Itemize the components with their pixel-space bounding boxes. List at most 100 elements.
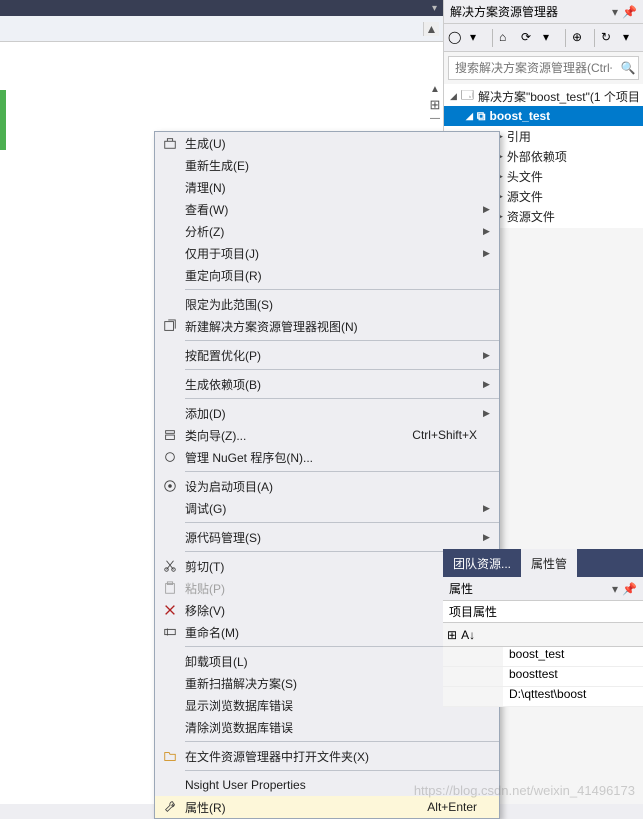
props-toolbar: ⊞ A↓ [443, 623, 643, 647]
wrench-icon [155, 800, 185, 814]
menu-item[interactable]: 生成(U) [155, 132, 499, 154]
menu-shortcut: Alt+Enter [427, 800, 483, 814]
rename-icon [155, 625, 185, 639]
props-grid: boost_test boosttest D:\qttest\boost [443, 647, 643, 707]
menu-separator [185, 522, 499, 523]
build-icon [155, 136, 185, 150]
tree-solution-node[interactable]: ◢ 🗔 解决方案"boost_test"(1 个项目 [444, 86, 643, 106]
submenu-arrow-icon: ▶ [483, 226, 499, 237]
props-header: 属性 ▾ 📌 [443, 577, 643, 601]
menu-item[interactable]: 生成依赖项(B)▶ [155, 373, 499, 395]
cut-icon [155, 559, 185, 573]
nuget-icon [155, 450, 185, 464]
folder-icon [155, 749, 185, 763]
project-icon: ⧉ [477, 109, 486, 124]
menu-item-label: 重新生成(E) [185, 157, 483, 174]
nav-up-icon[interactable]: ▲ [430, 84, 440, 95]
expand-icon[interactable]: ⊞ [430, 97, 441, 113]
pin-icon[interactable]: 📌 [622, 582, 637, 596]
pin-icon[interactable]: 📌 [622, 5, 637, 19]
dropdown-icon[interactable]: ▾ [432, 3, 437, 14]
menu-item-label: 重新扫描解决方案(S) [185, 675, 483, 692]
menu-item[interactable]: Nsight User Properties [155, 774, 499, 796]
scroll-up-icon[interactable]: ▲ [423, 22, 439, 36]
tab-properties[interactable]: 属性管 [521, 549, 577, 577]
categorize-icon[interactable]: ⊞ [447, 628, 457, 642]
menu-item-label: 剪切(T) [185, 558, 443, 575]
menu-item[interactable]: 添加(D)▶ [155, 402, 499, 424]
refresh-icon[interactable]: ↻ [601, 30, 617, 46]
submenu-arrow-icon: ▶ [483, 503, 499, 514]
view-icon[interactable]: ▾ [543, 30, 559, 46]
menu-item[interactable]: 仅用于项目(J)▶ [155, 242, 499, 264]
menu-item[interactable]: 源代码管理(S)▶ [155, 526, 499, 548]
dropdown-icon[interactable]: ▾ [612, 5, 618, 19]
prop-row[interactable]: boost_test [443, 647, 643, 667]
properties-panel: 属性 ▾ 📌 项目属性 ⊞ A↓ boost_test boosttest D:\… [443, 577, 643, 707]
context-menu: 生成(U)重新生成(E)清理(N)查看(W)▶分析(Z)▶仅用于项目(J)▶重定… [154, 131, 500, 819]
collapse-icon[interactable]: ▾ [623, 30, 639, 46]
submenu-arrow-icon: ▶ [483, 204, 499, 215]
menu-item-label: 重命名(M) [185, 624, 483, 641]
props-title: 属性 [449, 580, 473, 597]
menu-item-label: 重定向项目(R) [185, 267, 483, 284]
menu-item-label: 生成依赖项(B) [185, 376, 483, 393]
menu-item[interactable]: 分析(Z)▶ [155, 220, 499, 242]
change-marker [0, 90, 6, 150]
bottom-tab-strip: 团队资源... 属性管 [443, 549, 643, 577]
menu-item-label: 设为启动项目(A) [185, 478, 483, 495]
class-icon [155, 428, 185, 442]
startup-icon [155, 479, 185, 493]
sync-icon[interactable]: ⟳ [521, 30, 537, 46]
menu-item[interactable]: 新建解决方案资源管理器视图(N) [155, 315, 499, 337]
menu-item[interactable]: 重定向项目(R) [155, 264, 499, 286]
menu-item[interactable]: 限定为此范围(S) [155, 293, 499, 315]
menu-item[interactable]: 属性(R)Alt+Enter [155, 796, 499, 818]
menu-item[interactable]: 类向导(Z)...Ctrl+Shift+X [155, 424, 499, 446]
solution-icon: 🗔 [461, 86, 474, 107]
menu-item[interactable]: 按配置优化(P)▶ [155, 344, 499, 366]
menu-item[interactable]: 设为启动项目(A) [155, 475, 499, 497]
back-icon[interactable]: ◯ [448, 30, 464, 46]
menu-separator [185, 770, 499, 771]
menu-item-label: 按配置优化(P) [185, 347, 483, 364]
search-box[interactable]: 🔍 [448, 56, 639, 80]
split-icon[interactable]: — [430, 113, 440, 124]
menu-separator [185, 340, 499, 341]
sort-icon[interactable]: A↓ [461, 628, 475, 642]
search-icon[interactable]: 🔍 [618, 61, 638, 75]
submenu-arrow-icon: ▶ [483, 248, 499, 259]
newview-icon [155, 319, 185, 333]
menu-item[interactable]: 查看(W)▶ [155, 198, 499, 220]
menu-item[interactable]: 清理(N) [155, 176, 499, 198]
panel-header: 解决方案资源管理器 ▾ 📌 [444, 0, 643, 24]
menu-item[interactable]: 管理 NuGet 程序包(N)... [155, 446, 499, 468]
menu-item-label: 卸载项目(L) [185, 653, 483, 670]
menu-separator [185, 289, 499, 290]
show-all-icon[interactable]: ⊕ [572, 30, 588, 46]
paste-icon [155, 581, 185, 595]
search-input[interactable] [449, 61, 618, 75]
menu-item[interactable]: 重新生成(E) [155, 154, 499, 176]
menu-item-label: 清理(N) [185, 179, 483, 196]
menu-item-label: 生成(U) [185, 135, 483, 152]
dropdown-icon[interactable]: ▾ [612, 582, 618, 596]
prop-row[interactable]: boosttest [443, 667, 643, 687]
menu-item-label: 添加(D) [185, 405, 483, 422]
submenu-arrow-icon: ▶ [483, 532, 499, 543]
editor-tab-strip: ▲ [0, 16, 443, 42]
home-icon[interactable]: ⌂ [499, 30, 515, 46]
tab-team-explorer[interactable]: 团队资源... [443, 549, 521, 577]
forward-icon[interactable]: ▾ [470, 30, 486, 46]
prop-row[interactable]: D:\qttest\boost [443, 687, 643, 707]
props-subtitle: 项目属性 [443, 601, 643, 623]
menu-item[interactable]: 在文件资源管理器中打开文件夹(X) [155, 745, 499, 767]
menu-item-label: 分析(Z) [185, 223, 483, 240]
menu-item[interactable]: 调试(G)▶ [155, 497, 499, 519]
menu-separator [185, 741, 499, 742]
menu-item-label: Nsight User Properties [185, 778, 483, 792]
tree-project-node[interactable]: ◢ ⧉ boost_test [444, 106, 643, 126]
menu-item-label: 查看(W) [185, 201, 483, 218]
delete-icon [155, 603, 185, 617]
menu-item[interactable]: 清除浏览数据库错误 [155, 716, 499, 738]
